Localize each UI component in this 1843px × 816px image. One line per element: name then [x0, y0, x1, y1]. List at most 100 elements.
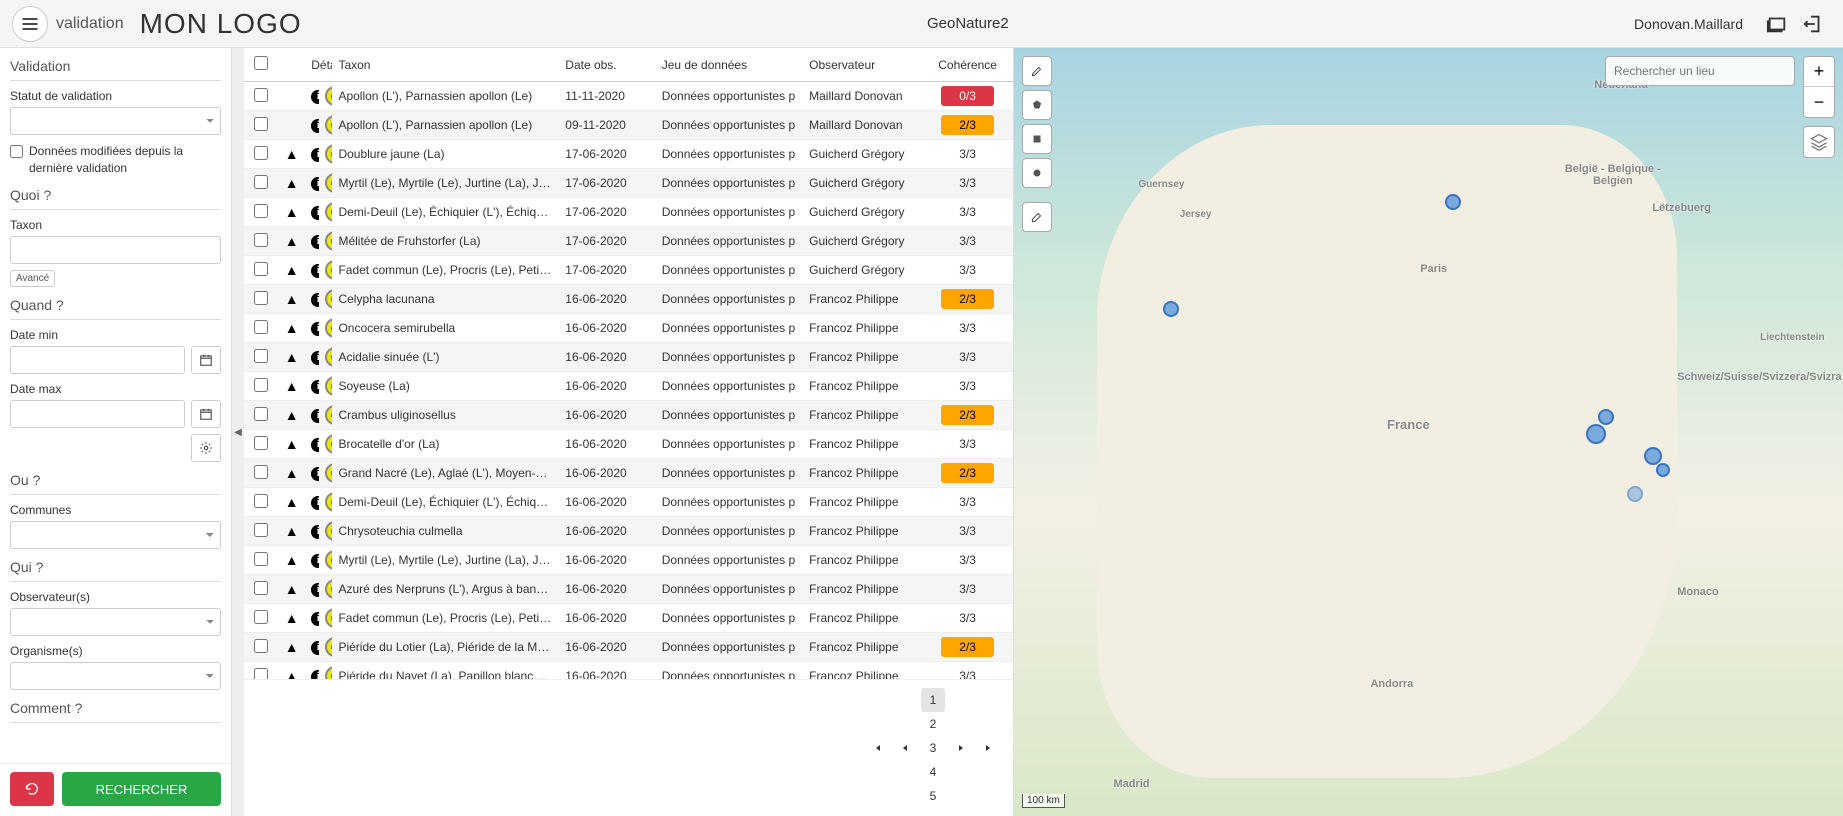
map-search-input[interactable]: [1605, 56, 1795, 86]
page-first[interactable]: [865, 736, 889, 760]
row-checkbox[interactable]: [254, 639, 268, 653]
row-checkbox[interactable]: [254, 175, 268, 189]
validation-status-icon[interactable]: ⊜: [325, 521, 333, 541]
zoom-in-button[interactable]: +: [1804, 57, 1834, 87]
info-icon[interactable]: i: [311, 177, 319, 191]
table-row[interactable]: i⊜Apollon (L'), Parnassien apollon (Le)1…: [244, 82, 1013, 111]
select-all-checkbox[interactable]: [254, 56, 268, 70]
zoom-out-button[interactable]: −: [1804, 87, 1834, 117]
validation-status-icon[interactable]: ⊜: [325, 579, 333, 599]
table-row[interactable]: ▲i⊜Fadet commun (Le), Procris (Le), Peti…: [244, 256, 1013, 285]
logout-button[interactable]: [1795, 6, 1831, 42]
validation-status-icon[interactable]: ⊜: [325, 115, 333, 135]
table-row[interactable]: ▲i⊜Demi-Deuil (Le), Échiquier (L'), Échi…: [244, 198, 1013, 227]
table-row[interactable]: ▲i⊜Chrysoteuchia culmella16-06-2020Donné…: [244, 517, 1013, 546]
info-icon[interactable]: i: [311, 351, 319, 365]
row-checkbox[interactable]: [254, 291, 268, 305]
row-checkbox[interactable]: [254, 378, 268, 392]
advanced-button[interactable]: Avancé: [10, 270, 55, 287]
row-checkbox[interactable]: [254, 523, 268, 537]
info-icon[interactable]: i: [311, 293, 319, 307]
validation-status-icon[interactable]: ⊜: [325, 434, 333, 454]
date-settings-button[interactable]: [191, 434, 221, 462]
info-icon[interactable]: i: [311, 554, 319, 568]
col-observer[interactable]: Observateur: [803, 48, 922, 82]
table-row[interactable]: ▲i⊜Myrtil (Le), Myrtile (Le), Jurtine (L…: [244, 169, 1013, 198]
validation-status-icon[interactable]: ⊜: [325, 405, 333, 425]
status-select[interactable]: [10, 107, 221, 135]
table-row[interactable]: ▲i⊜Mélitée de Fruhstorfer (La)17-06-2020…: [244, 227, 1013, 256]
info-icon[interactable]: i: [311, 206, 319, 220]
table-row[interactable]: ▲i⊜Acidalie sinuée (L')16-06-2020Données…: [244, 343, 1013, 372]
row-checkbox[interactable]: [254, 320, 268, 334]
communes-select[interactable]: [10, 521, 221, 549]
info-icon[interactable]: i: [311, 612, 319, 626]
col-coherence[interactable]: Cohérence: [922, 48, 1013, 82]
table-row[interactable]: ▲i⊜Doublure jaune (La)17-06-2020Données …: [244, 140, 1013, 169]
modified-checkbox[interactable]: [10, 145, 23, 158]
datemin-input[interactable]: [10, 346, 185, 374]
info-icon[interactable]: i: [311, 235, 319, 249]
row-checkbox[interactable]: [254, 610, 268, 624]
validation-status-icon[interactable]: ⊜: [325, 289, 333, 309]
validation-status-icon[interactable]: ⊜: [325, 202, 333, 222]
row-checkbox[interactable]: [254, 552, 268, 566]
organisme-select[interactable]: [10, 662, 221, 690]
row-checkbox[interactable]: [254, 436, 268, 450]
validation-status-icon[interactable]: ⊜: [325, 492, 333, 512]
info-icon[interactable]: i: [311, 119, 319, 133]
info-icon[interactable]: i: [311, 148, 319, 162]
info-icon[interactable]: i: [311, 322, 319, 336]
table-row[interactable]: ▲i⊜Oncocera semirubella16-06-2020Données…: [244, 314, 1013, 343]
col-taxon[interactable]: Taxon: [332, 48, 559, 82]
sidebar-scroll[interactable]: Validation Statut de validation Données …: [0, 48, 231, 763]
table-row[interactable]: ▲i⊜Demi-Deuil (Le), Échiquier (L'), Échi…: [244, 488, 1013, 517]
table-row[interactable]: ▲i⊜Piéride du Lotier (La), Piéride de la…: [244, 633, 1013, 662]
page-prev[interactable]: [893, 736, 917, 760]
info-icon[interactable]: i: [311, 90, 319, 104]
table-scroll[interactable]: Détails Taxon Date obs. Jeu de données O…: [244, 48, 1013, 679]
info-icon[interactable]: i: [311, 467, 319, 481]
validation-status-icon[interactable]: ⊜: [325, 318, 333, 338]
map-layers-button[interactable]: [1803, 126, 1835, 158]
row-checkbox[interactable]: [254, 581, 268, 595]
row-checkbox[interactable]: [254, 204, 268, 218]
table-row[interactable]: ▲i⊜Soyeuse (La)16-06-2020Données opportu…: [244, 372, 1013, 401]
library-button[interactable]: [1759, 6, 1795, 42]
col-dataset[interactable]: Jeu de données: [656, 48, 803, 82]
table-row[interactable]: ▲i⊜Brocatelle d'or (La)16-06-2020Données…: [244, 430, 1013, 459]
table-row[interactable]: ▲i⊜Crambus uliginosellus16-06-2020Donnée…: [244, 401, 1013, 430]
table-row[interactable]: ▲i⊜Myrtil (Le), Myrtile (Le), Jurtine (L…: [244, 546, 1013, 575]
panel-divider[interactable]: ◀: [232, 48, 244, 816]
row-checkbox[interactable]: [254, 117, 268, 131]
table-row[interactable]: ▲i⊜Fadet commun (Le), Procris (Le), Peti…: [244, 604, 1013, 633]
validation-status-icon[interactable]: ⊜: [325, 86, 333, 106]
draw-rectangle-button[interactable]: [1022, 124, 1052, 154]
validation-status-icon[interactable]: ⊜: [325, 376, 333, 396]
table-row[interactable]: ▲i⊜Celypha lacunana16-06-2020Données opp…: [244, 285, 1013, 314]
draw-line-button[interactable]: [1022, 56, 1052, 86]
page-number[interactable]: 1: [921, 688, 945, 712]
row-checkbox[interactable]: [254, 88, 268, 102]
page-last[interactable]: [977, 736, 1001, 760]
taxon-input[interactable]: [10, 236, 221, 264]
map-marker[interactable]: [1445, 194, 1461, 210]
row-checkbox[interactable]: [254, 494, 268, 508]
page-number[interactable]: 4: [921, 760, 945, 784]
validation-status-icon[interactable]: ⊜: [325, 144, 333, 164]
validation-status-icon[interactable]: ⊜: [325, 347, 333, 367]
row-checkbox[interactable]: [254, 146, 268, 160]
page-next[interactable]: [949, 736, 973, 760]
validation-status-icon[interactable]: ⊜: [325, 463, 333, 483]
info-icon[interactable]: i: [311, 525, 319, 539]
validation-status-icon[interactable]: ⊜: [325, 608, 333, 628]
col-date[interactable]: Date obs.: [559, 48, 655, 82]
page-number[interactable]: 2: [921, 712, 945, 736]
row-checkbox[interactable]: [254, 668, 268, 680]
row-checkbox[interactable]: [254, 262, 268, 276]
page-number[interactable]: 3: [921, 736, 945, 760]
table-row[interactable]: ▲i⊜Azuré des Nerpruns (L'), Argus à band…: [244, 575, 1013, 604]
draw-circle-button[interactable]: [1022, 158, 1052, 188]
table-row[interactable]: ▲i⊜Grand Nacré (Le), Aglaé (L'), Moyen-N…: [244, 459, 1013, 488]
info-icon[interactable]: i: [311, 409, 319, 423]
